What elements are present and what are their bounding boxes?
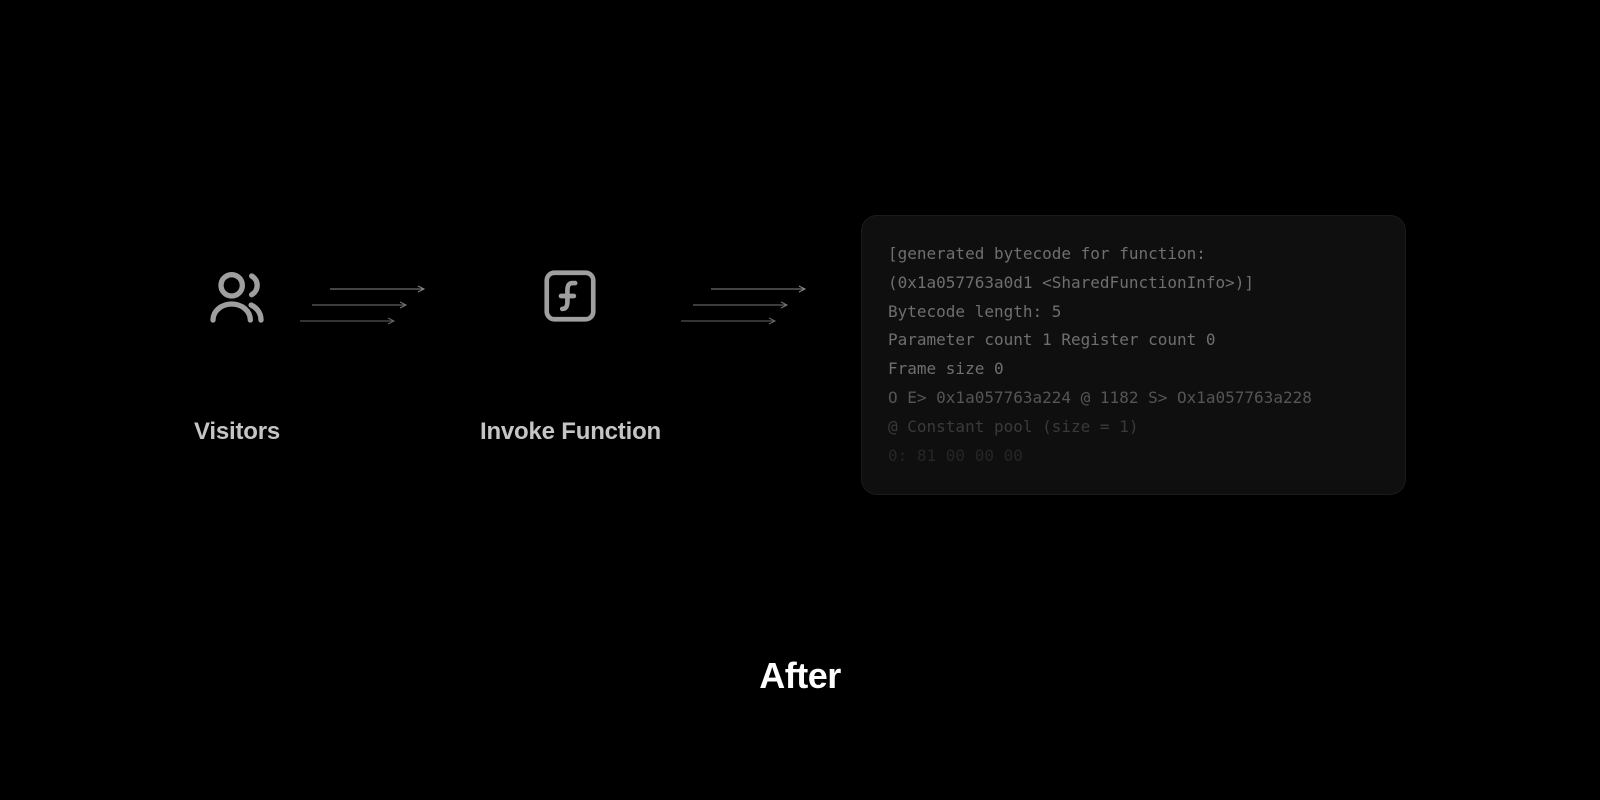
code-line: [generated bytecode for function:	[888, 240, 1379, 269]
code-line: 0: 81 00 00 00	[888, 442, 1379, 471]
step-invoke-function: Invoke Function	[480, 264, 661, 446]
step-visitors: Visitors	[194, 264, 280, 446]
function-icon	[539, 264, 601, 328]
code-line: Parameter count 1 Register count 0	[888, 326, 1379, 355]
step-label-invoke: Invoke Function	[480, 418, 661, 446]
flow-row: Visitors Invoke Function	[0, 215, 1600, 495]
flow-arrows-1	[330, 285, 430, 325]
visitors-icon	[205, 264, 269, 328]
bytecode-output-card: [generated bytecode for function: (0x1a0…	[861, 215, 1406, 495]
code-line: (0x1a057763a0d1 <SharedFunctionInfo>)]	[888, 269, 1379, 298]
diagram-canvas: Visitors Invoke Function	[0, 0, 1600, 800]
code-line: Frame size 0	[888, 355, 1379, 384]
code-line: @ Constant pool (size = 1)	[888, 413, 1379, 442]
code-line: Bytecode length: 5	[888, 298, 1379, 327]
step-label-visitors: Visitors	[194, 418, 280, 446]
flow-arrows-2	[711, 285, 811, 325]
code-line: O E> 0x1a057763a224 @ 1182 S> Ox1a057763…	[888, 384, 1379, 413]
diagram-caption: After	[0, 655, 1600, 697]
